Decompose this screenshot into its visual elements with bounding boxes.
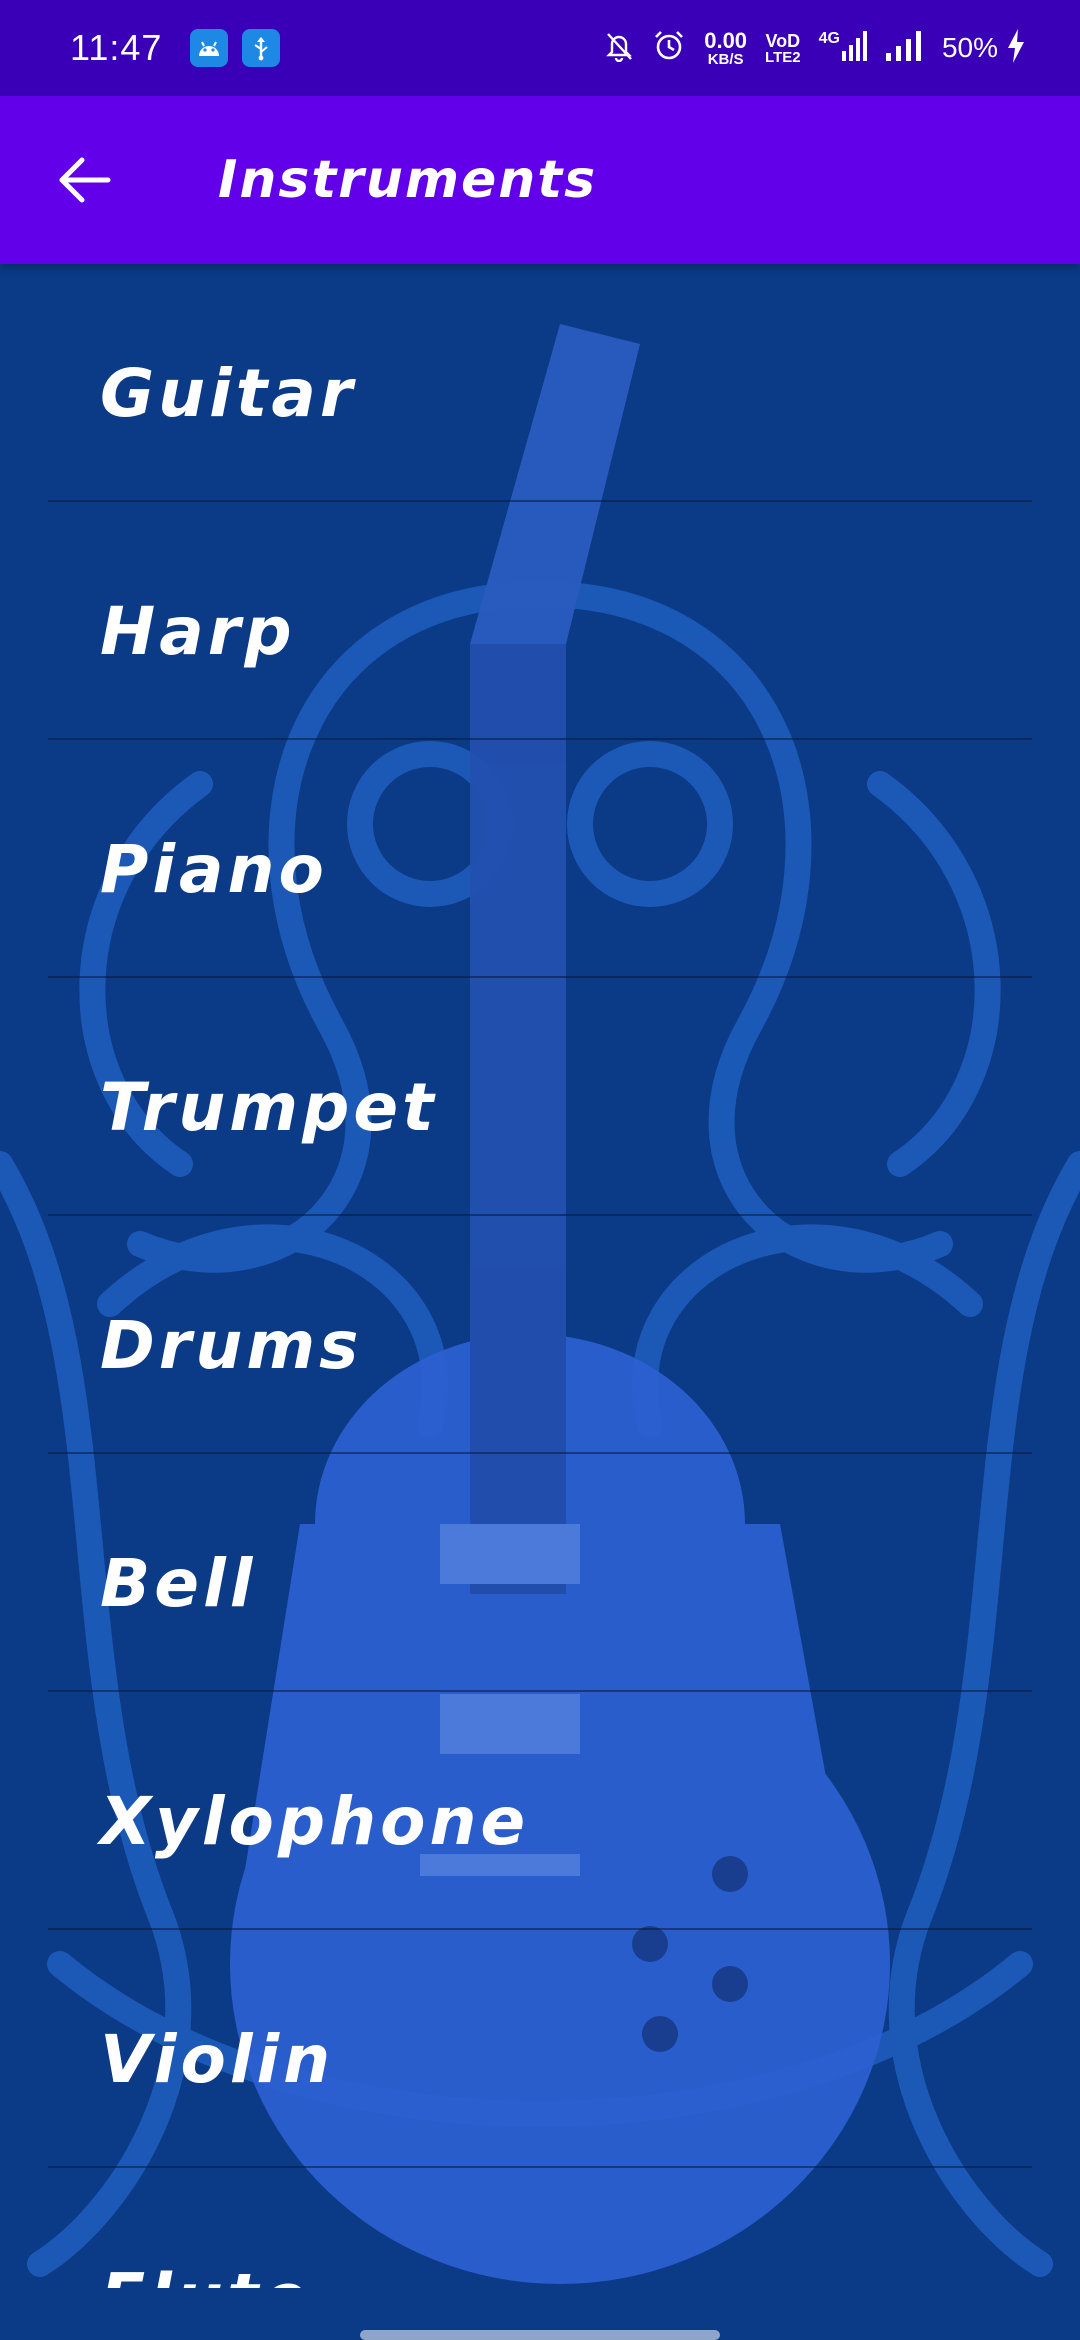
volte-badge: VoD LTE2 — [765, 32, 801, 65]
android-icon — [190, 29, 229, 67]
battery-percent: 50% — [941, 32, 998, 63]
list-item-label: Trumpet — [100, 1068, 438, 1146]
list-item-drums[interactable]: Drums — [0, 1216, 1080, 1454]
list-item-bell[interactable]: Bell — [0, 1454, 1080, 1692]
usb-icon — [242, 29, 281, 67]
net-speed-unit: KB/S — [707, 50, 744, 68]
notification-icons — [190, 29, 281, 67]
list-item-trumpet[interactable]: Trumpet — [0, 978, 1080, 1216]
instrument-list: Guitar Harp Piano Trumpet Drums Bell Xyl… — [0, 264, 1080, 2288]
signal-icon — [841, 31, 868, 65]
list-item-label: Bell — [100, 1544, 257, 1622]
list-item-label: Harp — [100, 592, 296, 670]
list-item-xylophone[interactable]: Xylophone — [0, 1692, 1080, 1930]
arrow-left-icon — [59, 157, 111, 203]
app-bar: Instruments — [0, 96, 1080, 264]
list-item-label: Violin — [100, 2020, 335, 2098]
back-button[interactable] — [28, 124, 140, 236]
list-item-label: Guitar — [100, 354, 357, 432]
home-indicator[interactable] — [360, 2330, 720, 2340]
page-title: Instruments — [218, 150, 598, 210]
sim1-signal: 4G — [819, 31, 868, 65]
list-item-flute[interactable]: Flute — [0, 2168, 1080, 2289]
status-bar: 11:47 0.00 KB/S VoD LTE2 4G 50% — [0, 0, 1080, 96]
status-time: 11:47 — [70, 27, 163, 68]
signal-icon — [885, 31, 924, 65]
volte-bottom: LTE2 — [765, 48, 801, 66]
volte-top: VoD — [765, 30, 801, 51]
alarm-icon — [652, 29, 686, 67]
net-speed: 0.00 KB/S — [704, 27, 748, 68]
system-icons: 0.00 KB/S VoD LTE2 4G 50% — [604, 29, 1026, 67]
network-type: 4G — [818, 30, 840, 47]
mute-bell-icon — [604, 30, 634, 66]
charging-icon — [1006, 29, 1026, 67]
net-speed-value: 0.00 — [704, 27, 748, 53]
list-item-violin[interactable]: Violin — [0, 1930, 1080, 2168]
list-item-label: Xylophone — [100, 1782, 530, 1860]
list-item-label: Drums — [100, 1306, 363, 1384]
list-item-label: Piano — [100, 830, 328, 908]
list-item-piano[interactable]: Piano — [0, 740, 1080, 978]
list-item-harp[interactable]: Harp — [0, 502, 1080, 740]
list-item-label: Flute — [100, 2240, 311, 2289]
list-item-guitar[interactable]: Guitar — [0, 264, 1080, 502]
